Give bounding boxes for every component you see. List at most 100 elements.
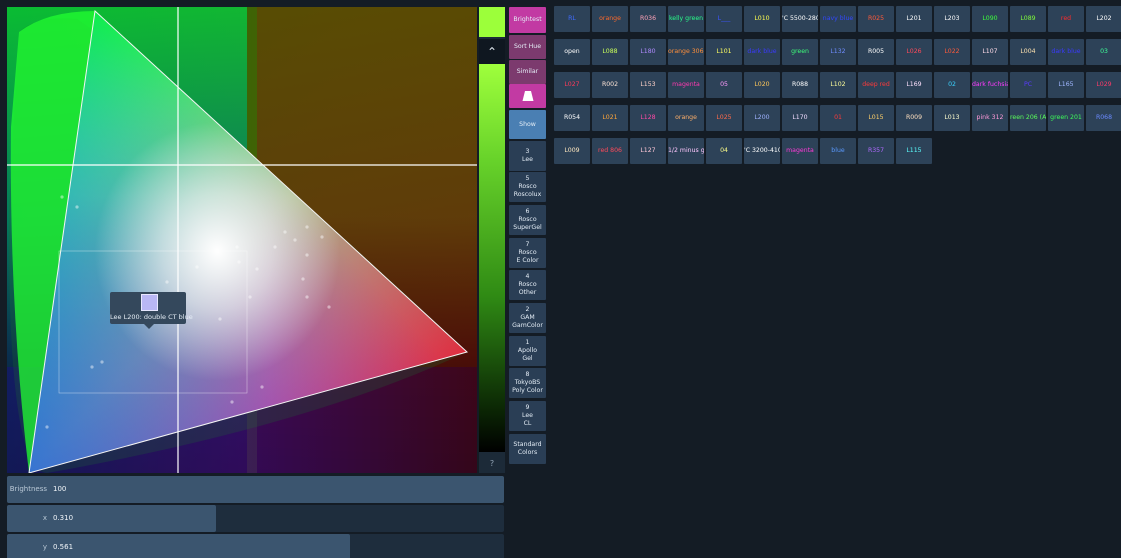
library-button[interactable]: 9 Lee CL bbox=[509, 401, 546, 431]
filter-swatch[interactable]: orange bbox=[668, 105, 704, 131]
filter-swatch[interactable]: L101 bbox=[706, 39, 742, 65]
filter-swatch[interactable]: L009 bbox=[554, 138, 590, 164]
filter-swatch[interactable]: L203 bbox=[934, 6, 970, 32]
brightness-strip[interactable]: ⌃ ? bbox=[479, 7, 505, 473]
filter-swatch[interactable]: L___ bbox=[706, 6, 742, 32]
filter-swatch[interactable]: magenta bbox=[668, 72, 704, 98]
filter-swatch[interactable]: L015 bbox=[858, 105, 894, 131]
library-name: Standard bbox=[513, 441, 542, 448]
show-button[interactable]: Show bbox=[509, 110, 546, 139]
filter-swatch[interactable]: L026 bbox=[896, 39, 932, 65]
filter-swatch[interactable]: reen 206 (Al bbox=[1010, 105, 1046, 131]
library-button[interactable]: 4 Rosco Other bbox=[509, 270, 546, 300]
filter-swatch[interactable]: kelly green bbox=[668, 6, 704, 32]
filter-swatch[interactable]: green bbox=[782, 39, 818, 65]
filter-swatch[interactable]: dark fuchsia bbox=[972, 72, 1008, 98]
lamp-filter-button[interactable] bbox=[509, 84, 546, 108]
sort-hue-button[interactable]: Sort Hue bbox=[509, 35, 546, 59]
filter-swatch[interactable]: 01 bbox=[820, 105, 856, 131]
cie-chromaticity-diagram[interactable]: Lee L200: double CT blue bbox=[7, 7, 477, 473]
filter-swatch[interactable]: L200 bbox=[744, 105, 780, 131]
filter-swatch[interactable]: L202 bbox=[1086, 6, 1121, 32]
filter-swatch[interactable]: green 201 bbox=[1048, 105, 1084, 131]
filter-swatch[interactable]: orange bbox=[592, 6, 628, 32]
filter-swatch[interactable]: L127 bbox=[630, 138, 666, 164]
filter-swatch[interactable]: RL bbox=[554, 6, 590, 32]
library-button[interactable]: 2 GAM GamColor bbox=[509, 303, 546, 333]
filter-swatch[interactable]: L128 bbox=[630, 105, 666, 131]
filter-swatch[interactable]: L107 bbox=[972, 39, 1008, 65]
brightest-button[interactable]: Brightest bbox=[509, 7, 546, 33]
similar-button[interactable]: Similar bbox=[509, 60, 546, 84]
library-button[interactable]: 3 Lee bbox=[509, 141, 546, 171]
help-icon[interactable]: ? bbox=[479, 453, 505, 473]
filter-swatch[interactable]: L022 bbox=[934, 39, 970, 65]
filter-swatch[interactable]: L165 bbox=[1048, 72, 1084, 98]
brightness-slider[interactable]: Brightness 100 bbox=[7, 476, 504, 503]
filter-swatch[interactable]: blue bbox=[820, 138, 856, 164]
filter-swatch[interactable]: L170 bbox=[782, 105, 818, 131]
filter-swatch[interactable]: L021 bbox=[592, 105, 628, 131]
filter-swatch[interactable]: L102 bbox=[820, 72, 856, 98]
filter-swatch[interactable]: R357 bbox=[858, 138, 894, 164]
library-button[interactable]: 5 Rosco Roscolux bbox=[509, 172, 546, 202]
filter-swatch[interactable]: L029 bbox=[1086, 72, 1121, 98]
selected-filter-tooltip: Lee L200: double CT blue bbox=[110, 292, 193, 329]
filter-swatch[interactable]: dark blue bbox=[1048, 39, 1084, 65]
filter-swatch[interactable]: open bbox=[554, 39, 590, 65]
filter-swatch[interactable]: L013 bbox=[934, 105, 970, 131]
y-coordinate-slider[interactable]: y 0.561 bbox=[7, 534, 504, 558]
filter-swatch[interactable]: 03 bbox=[1086, 39, 1121, 65]
library-button[interactable]: 7 Rosco E Color bbox=[509, 238, 546, 268]
filter-swatch[interactable]: deep red bbox=[858, 72, 894, 98]
filter-swatch[interactable]: L025 bbox=[706, 105, 742, 131]
x-coordinate-slider[interactable]: x 0.310 bbox=[7, 505, 504, 532]
filter-swatch[interactable]: L169 bbox=[896, 72, 932, 98]
filter-swatch[interactable]: 04 bbox=[706, 138, 742, 164]
filter-swatch[interactable]: R088 bbox=[782, 72, 818, 98]
filter-swatch[interactable]: R025 bbox=[858, 6, 894, 32]
filter-swatch[interactable]: 05 bbox=[706, 72, 742, 98]
filter-swatch[interactable]: R068 bbox=[1086, 105, 1121, 131]
filter-swatch[interactable]: R054 bbox=[554, 105, 590, 131]
filter-swatch[interactable]: L153 bbox=[630, 72, 666, 98]
filter-swatch[interactable]: L132 bbox=[820, 39, 856, 65]
library-button[interactable]: 8 TokyoBS Poly Color bbox=[509, 368, 546, 398]
brightness-slider-fill bbox=[7, 476, 504, 503]
library-button[interactable]: 1 Apollo Gel bbox=[509, 336, 546, 366]
filter-swatch[interactable]: L088 bbox=[592, 39, 628, 65]
filter-swatch[interactable]: R036 bbox=[630, 6, 666, 32]
filter-swatch[interactable]: navy blue bbox=[820, 6, 856, 32]
brightness-gradient-bar[interactable] bbox=[479, 64, 505, 452]
library-name: Lee bbox=[522, 156, 533, 163]
chevron-up-icon[interactable]: ⌃ bbox=[479, 39, 505, 65]
filter-swatch[interactable]: L201 bbox=[896, 6, 932, 32]
library-button[interactable]: Standard Colors bbox=[509, 434, 546, 464]
filter-swatch[interactable]: PC bbox=[1010, 72, 1046, 98]
filter-swatch[interactable]: dark blue bbox=[744, 39, 780, 65]
filter-swatch[interactable]: pink 312 bbox=[972, 105, 1008, 131]
filter-swatch[interactable]: R009 bbox=[896, 105, 932, 131]
filter-swatch[interactable]: 'C 5500-280 bbox=[782, 6, 818, 32]
library-sub: Colors bbox=[517, 449, 538, 456]
filter-swatch[interactable]: 'C 3200-410( bbox=[744, 138, 780, 164]
filter-swatch[interactable]: L027 bbox=[554, 72, 590, 98]
filter-swatch[interactable]: orange 306M bbox=[668, 39, 704, 65]
filter-swatch[interactable]: L115 bbox=[896, 138, 932, 164]
filter-swatch[interactable]: L010 bbox=[744, 6, 780, 32]
filter-swatch[interactable]: L180 bbox=[630, 39, 666, 65]
filter-swatch[interactable]: L090 bbox=[972, 6, 1008, 32]
filter-swatch[interactable]: 02 bbox=[934, 72, 970, 98]
filter-swatch[interactable]: red bbox=[1048, 6, 1084, 32]
filter-swatch[interactable]: R002 bbox=[592, 72, 628, 98]
library-count: 4 bbox=[525, 273, 530, 280]
filter-swatch[interactable]: L004 bbox=[1010, 39, 1046, 65]
filter-swatch[interactable]: R005 bbox=[858, 39, 894, 65]
library-button[interactable]: 6 Rosco SuperGel bbox=[509, 205, 546, 235]
filter-swatch[interactable]: L020 bbox=[744, 72, 780, 98]
filter-swatch[interactable]: 1/2 minus gr bbox=[668, 138, 704, 164]
library-count: 2 bbox=[525, 306, 530, 313]
filter-swatch[interactable]: red 806 bbox=[592, 138, 628, 164]
filter-swatch[interactable]: magenta bbox=[782, 138, 818, 164]
filter-swatch[interactable]: L089 bbox=[1010, 6, 1046, 32]
